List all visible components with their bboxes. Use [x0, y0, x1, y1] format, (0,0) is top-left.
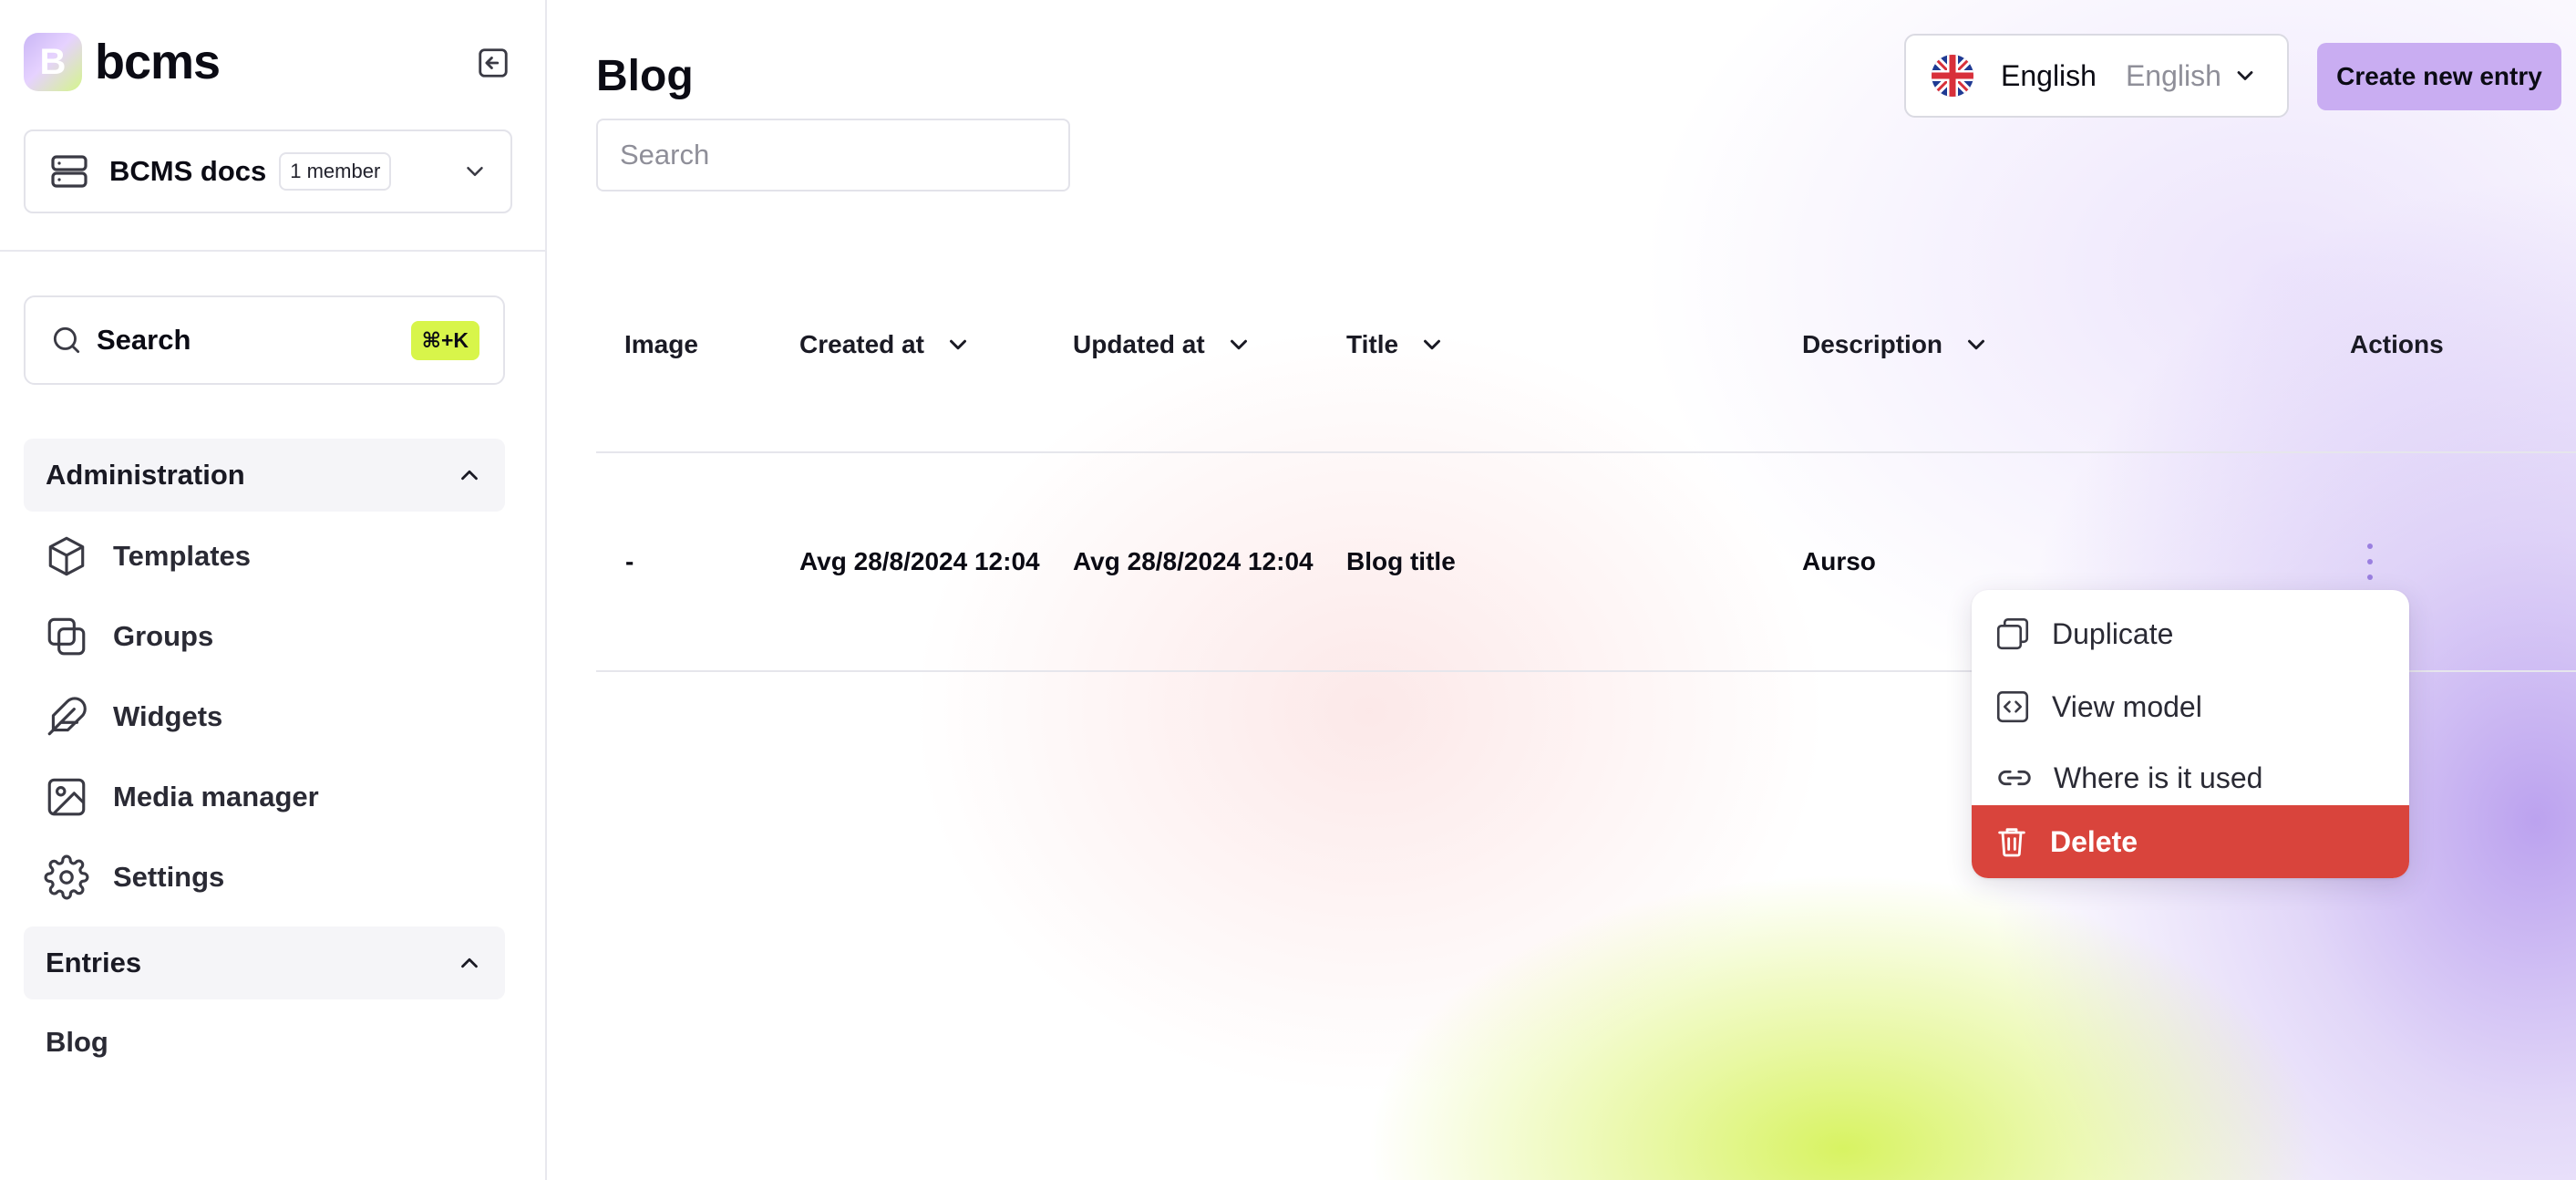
trash-icon	[1998, 828, 2025, 857]
sidebar-item-widgets[interactable]: Widgets	[44, 689, 222, 744]
administration-section-header[interactable]: Administration	[24, 439, 505, 512]
chevron-up-icon	[461, 957, 478, 968]
column-header-actions: Actions	[2350, 325, 2444, 365]
groups-icon	[47, 617, 86, 656]
uk-flag-icon	[1932, 55, 1973, 97]
menu-item-label: Duplicate	[2052, 616, 2174, 650]
sidebar-search[interactable]: Search ⌘+K	[24, 295, 505, 385]
sidebar-item-label: Media manager	[113, 781, 319, 813]
chevron-down-icon[interactable]	[1963, 331, 1990, 358]
column-header-label: Image	[624, 330, 698, 358]
column-header-label: Updated at	[1073, 330, 1205, 358]
sidebar-search-label: Search	[97, 324, 191, 356]
gear-icon	[44, 854, 89, 900]
workspace-switcher[interactable]: BCMS docs 1 member	[24, 129, 512, 213]
row-actions-button[interactable]	[2361, 543, 2379, 580]
image-icon	[47, 778, 86, 816]
logo-mark: B	[24, 33, 82, 91]
column-header-image: Image	[624, 325, 698, 365]
column-header-description[interactable]: Description	[1802, 325, 1990, 365]
duplicate-icon	[1996, 617, 2029, 650]
sidebar-item-label: Widgets	[113, 700, 223, 732]
page-title: Blog	[596, 52, 694, 100]
cell-description: Aurso	[1802, 547, 1876, 575]
chevron-down-icon	[467, 167, 483, 176]
kebab-dot	[2367, 574, 2373, 580]
feather-icon	[47, 697, 87, 736]
sidebar: B bcms BCMS docs 1 member Search ⌘+K Adm…	[0, 0, 547, 1180]
cell-created-at: Avg 28/8/2024 12:04	[799, 547, 1040, 575]
collapse-sidebar-icon	[479, 48, 508, 78]
menu-item-duplicate[interactable]: Duplicate	[1972, 606, 2409, 661]
code-icon	[1996, 690, 2029, 723]
shortcut-badge: ⌘+K	[410, 320, 479, 360]
language-select[interactable]: English English	[1904, 34, 2289, 118]
column-header-label: Description	[1802, 330, 1943, 358]
member-count-badge: 1 member	[279, 152, 392, 191]
chevron-up-icon	[461, 470, 478, 481]
entries-title: Entries	[46, 947, 142, 978]
sidebar-item-label: Templates	[113, 540, 252, 572]
column-header-label: Actions	[2350, 330, 2444, 358]
collapse-sidebar-button[interactable]	[476, 46, 510, 80]
column-header-label: Created at	[799, 330, 924, 358]
sidebar-item-label: Settings	[113, 861, 225, 893]
sidebar-item-groups[interactable]: Groups	[44, 609, 213, 664]
create-new-entry-button[interactable]: Create new entry	[2317, 43, 2561, 110]
column-header-title[interactable]: Title	[1346, 325, 1446, 365]
search-input[interactable]	[596, 119, 1070, 191]
chevron-down-icon[interactable]	[1225, 331, 1252, 358]
menu-item-label: Delete	[2050, 824, 2138, 858]
language-current: English	[2001, 58, 2097, 92]
menu-item-where-is-it-used[interactable]: Where is it used	[1972, 750, 2409, 805]
language-secondary: English	[2125, 58, 2221, 92]
administration-title: Administration	[46, 459, 245, 491]
sidebar-item-label: Groups	[113, 620, 214, 652]
main-content: Blog English English Create new entry Im…	[549, 0, 2576, 1180]
column-header-label: Title	[1346, 330, 1399, 358]
sidebar-item-blog[interactable]: Blog	[46, 1026, 108, 1059]
brand-logo[interactable]: B bcms	[24, 33, 221, 91]
chevron-down-icon	[2237, 71, 2253, 80]
search-icon	[53, 326, 80, 354]
cell-updated-at: Avg 28/8/2024 12:04	[1073, 547, 1314, 575]
menu-item-delete[interactable]: Delete	[1972, 805, 2409, 878]
column-header-created-at[interactable]: Created at	[799, 325, 972, 365]
workspace-name: BCMS docs	[109, 155, 267, 187]
sidebar-divider	[0, 250, 547, 252]
chevron-down-icon[interactable]	[1418, 331, 1446, 358]
kebab-dot	[2367, 543, 2373, 549]
entries-section-header[interactable]: Entries	[24, 926, 505, 999]
menu-item-view-model[interactable]: View model	[1972, 679, 2409, 734]
row-actions-menu: Duplicate View model Where is it used De…	[1972, 590, 2409, 878]
cell-image: -	[625, 547, 634, 575]
brand-name: bcms	[95, 35, 221, 89]
kebab-dot	[2367, 559, 2373, 564]
cell-title: Blog title	[1346, 547, 1456, 575]
server-icon	[51, 155, 88, 188]
table-divider	[596, 451, 2576, 453]
menu-item-label: View model	[2052, 689, 2202, 723]
sidebar-item-templates[interactable]: Templates	[44, 529, 251, 584]
link-icon	[1998, 770, 2031, 786]
sidebar-item-media-manager[interactable]: Media manager	[44, 770, 319, 824]
menu-item-label: Where is it used	[2054, 761, 2263, 794]
chevron-down-icon[interactable]	[944, 331, 972, 358]
sidebar-item-settings[interactable]: Settings	[44, 850, 224, 905]
column-header-updated-at[interactable]: Updated at	[1073, 325, 1252, 365]
cube-icon	[48, 536, 85, 576]
